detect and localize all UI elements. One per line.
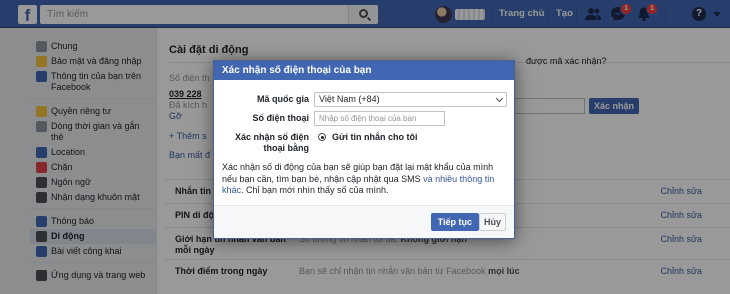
dialog-description: Xác nhận số di động của bạn sẽ giúp bạn … [222, 162, 495, 195]
phone-number-label: Số điện thoại [252, 113, 309, 123]
country-code-select[interactable]: Việt Nam (+84) [314, 92, 507, 107]
country-code-label: Mã quốc gia [256, 94, 309, 104]
sms-option-label[interactable]: Gửi tin nhắn cho tôi [332, 132, 418, 142]
confirm-method-label: Xác nhận số điện thoại bằng [234, 132, 309, 153]
phone-number-input[interactable]: Nhập số điện thoại của bạn [314, 111, 445, 126]
cancel-button[interactable]: Hủy [478, 213, 506, 231]
chevron-down-icon [495, 94, 504, 103]
dialog-title: Xác nhận số điện thoại của bạn [214, 61, 514, 80]
sms-radio[interactable] [318, 133, 326, 141]
dialog-footer: Tiếp tục Hủy [214, 205, 514, 238]
continue-button[interactable]: Tiếp tục [430, 213, 479, 231]
confirm-phone-dialog: Xác nhận số điện thoại của bạn Mã quốc g… [213, 60, 515, 239]
